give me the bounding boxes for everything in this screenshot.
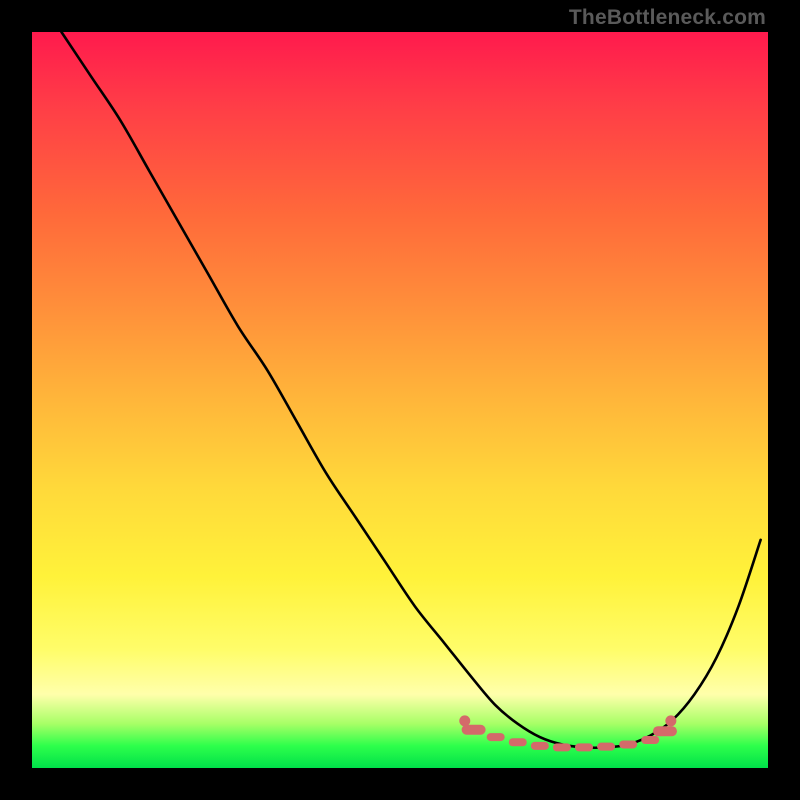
optimal-band-dot (665, 715, 676, 726)
watermark-text: TheBottleneck.com (569, 6, 766, 30)
optimal-band-dot (459, 715, 470, 726)
optimal-band-markers (459, 715, 676, 747)
bottleneck-curve (61, 32, 760, 748)
chart-frame: TheBottleneck.com (0, 0, 800, 800)
plot-area (32, 32, 768, 768)
chart-svg (32, 32, 768, 768)
